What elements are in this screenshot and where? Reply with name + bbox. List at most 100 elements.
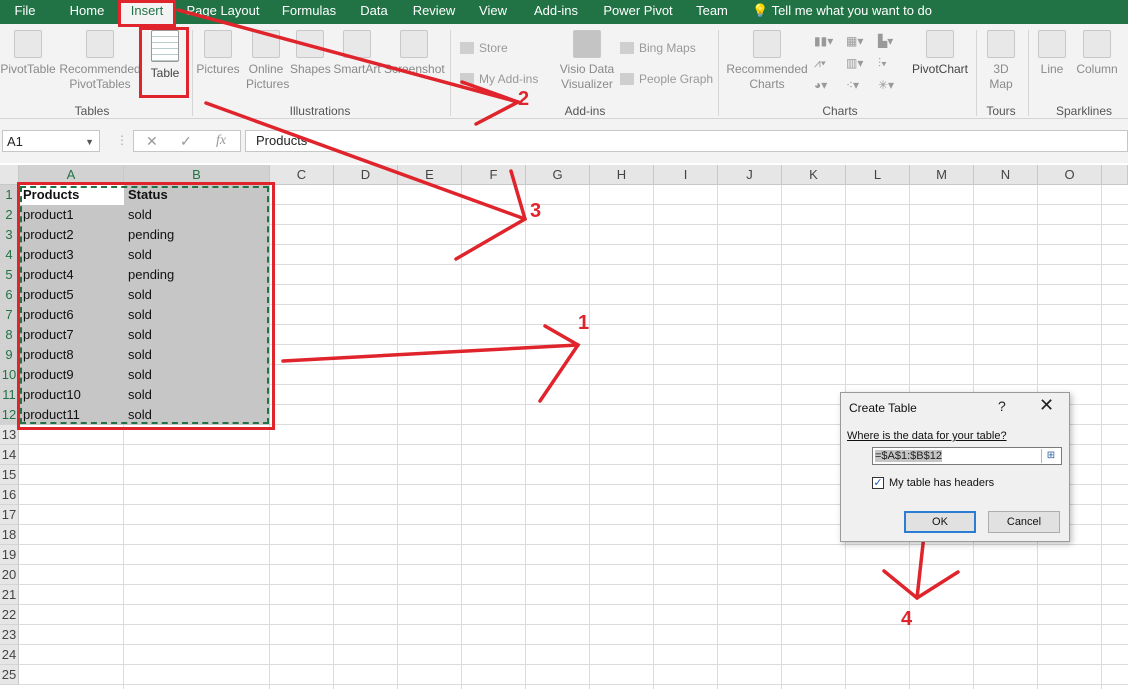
column-header-m[interactable]: M bbox=[910, 165, 974, 185]
shapes-button[interactable]: Shapes bbox=[290, 30, 331, 77]
insert-function-icon[interactable]: fx bbox=[216, 133, 226, 149]
visio-data-visualizer-button[interactable]: Visio Data Visualizer bbox=[558, 30, 616, 92]
recommended-charts-label-2: Charts bbox=[749, 77, 785, 91]
row-header-23[interactable]: 23 bbox=[0, 625, 19, 645]
column-header-h[interactable]: H bbox=[590, 165, 654, 185]
menu-add-ins[interactable]: Add-ins bbox=[528, 0, 584, 24]
group-illustrations-label: Illustrations bbox=[289, 104, 351, 118]
statistic-chart-icon[interactable]: ▥▾ bbox=[846, 56, 872, 70]
row-header-15[interactable]: 15 bbox=[0, 465, 19, 485]
group-tables-label: Tables bbox=[74, 104, 110, 118]
row-header-24[interactable]: 24 bbox=[0, 645, 19, 665]
headers-checkbox[interactable]: ✓ bbox=[872, 477, 884, 489]
recommended-charts-label-1: Recommended bbox=[726, 62, 808, 76]
3d-map-label-1: 3D bbox=[993, 62, 1009, 76]
annotation-number-2: 2 bbox=[518, 88, 530, 110]
menu-home[interactable]: Home bbox=[60, 0, 114, 24]
row-header-25[interactable]: 25 bbox=[0, 665, 19, 685]
row-header-19[interactable]: 19 bbox=[0, 545, 19, 565]
tell-me-label: Tell me what you want to do bbox=[771, 3, 932, 18]
recommended-pivottables-button[interactable]: Recommended PivotTables bbox=[58, 30, 142, 92]
menu-page-layout[interactable]: Page Layout bbox=[184, 0, 262, 24]
collapse-dialog-icon[interactable]: ⊞ bbox=[1041, 449, 1060, 463]
menu-power-pivot[interactable]: Power Pivot bbox=[600, 0, 676, 24]
recommended-charts-button[interactable]: Recommended Charts bbox=[724, 30, 810, 92]
menu-file[interactable]: File bbox=[4, 0, 46, 24]
row-header-14[interactable]: 14 bbox=[0, 445, 19, 465]
dialog-title: Create Table bbox=[849, 401, 917, 415]
store-icon bbox=[460, 42, 474, 54]
annotation-number-4: 4 bbox=[901, 608, 913, 630]
column-header-j[interactable]: J bbox=[718, 165, 782, 185]
waterfall-chart-icon[interactable]: ▙▾ bbox=[878, 34, 904, 48]
line-sparkline-button[interactable]: Line bbox=[1034, 30, 1070, 77]
people-graph-button[interactable]: People Graph bbox=[620, 72, 713, 86]
tell-me-box[interactable]: 💡 Tell me what you want to do bbox=[752, 0, 932, 24]
store-button[interactable]: Store bbox=[460, 41, 508, 55]
hierarchy-chart-icon[interactable]: ▦▾ bbox=[846, 34, 872, 48]
column-header-k[interactable]: K bbox=[782, 165, 846, 185]
menu-view[interactable]: View bbox=[474, 0, 512, 24]
name-box-value: A1 bbox=[7, 134, 23, 149]
my-addins-button[interactable]: My Add-ins bbox=[460, 72, 538, 86]
column-header-d[interactable]: D bbox=[334, 165, 398, 185]
range-input[interactable]: =$A$1:$B$12 ⊞ bbox=[872, 447, 1062, 465]
menu-review[interactable]: Review bbox=[410, 0, 458, 24]
headers-checkbox-label[interactable]: My table has headers bbox=[889, 477, 994, 489]
row-header-17[interactable]: 17 bbox=[0, 505, 19, 525]
scatter-chart-icon[interactable]: ⁖▾ bbox=[846, 78, 872, 92]
pictures-button[interactable]: Pictures bbox=[196, 30, 240, 77]
row-header-21[interactable]: 21 bbox=[0, 585, 19, 605]
menu-formulas[interactable]: Formulas bbox=[278, 0, 340, 24]
column-header-o[interactable]: O bbox=[1038, 165, 1102, 185]
group-addins-label: Add-ins bbox=[564, 104, 606, 118]
menu-team[interactable]: Team bbox=[692, 0, 732, 24]
column-header-e[interactable]: E bbox=[398, 165, 462, 185]
more-options-icon[interactable]: ⋮ bbox=[116, 133, 128, 147]
bing-maps-button[interactable]: Bing Maps bbox=[620, 41, 696, 55]
name-box[interactable]: A1 ▼ bbox=[2, 130, 100, 152]
formula-input[interactable]: Products bbox=[245, 130, 1128, 152]
line-chart-icon[interactable]: ⩘▾ bbox=[814, 56, 840, 70]
row-header-22[interactable]: 22 bbox=[0, 605, 19, 625]
gridline-col bbox=[525, 185, 526, 689]
pivottable-button[interactable]: PivotTable bbox=[0, 30, 56, 77]
online-pictures-button[interactable]: Online Pictures bbox=[246, 30, 289, 92]
column-header-c[interactable]: C bbox=[270, 165, 334, 185]
ok-button[interactable]: OK bbox=[904, 511, 976, 533]
ribbon-separator bbox=[450, 30, 451, 116]
menu-data[interactable]: Data bbox=[354, 0, 394, 24]
bing-maps-icon bbox=[620, 42, 634, 54]
row-header-20[interactable]: 20 bbox=[0, 565, 19, 585]
column-header-g[interactable]: G bbox=[526, 165, 590, 185]
radar-chart-icon[interactable]: ✳▾ bbox=[878, 78, 904, 92]
column-sparkline-button[interactable]: Column bbox=[1074, 30, 1120, 77]
column-header-f[interactable]: F bbox=[462, 165, 526, 185]
column-chart-icon[interactable]: ▮▮▾ bbox=[814, 34, 840, 48]
chevron-down-icon[interactable]: ▼ bbox=[85, 131, 94, 153]
lightbulb-icon: 💡 bbox=[752, 3, 769, 18]
help-icon[interactable]: ? bbox=[998, 398, 1006, 414]
smartart-button[interactable]: SmartArt bbox=[332, 30, 382, 77]
pie-chart-icon[interactable]: ◕▾ bbox=[814, 78, 840, 92]
screenshot-button[interactable]: Screenshot bbox=[384, 30, 445, 77]
pivotchart-button[interactable]: PivotChart bbox=[910, 30, 970, 77]
close-icon[interactable]: ✕ bbox=[1039, 395, 1054, 416]
cancel-button[interactable]: Cancel bbox=[988, 511, 1060, 533]
3d-map-button[interactable]: 3D Map bbox=[982, 30, 1020, 92]
recommended-pivottables-label-2: PivotTables bbox=[69, 77, 131, 91]
cancel-icon[interactable]: ✕ bbox=[146, 133, 158, 150]
people-graph-icon bbox=[620, 73, 634, 85]
column-header-i[interactable]: I bbox=[654, 165, 718, 185]
row-header-18[interactable]: 18 bbox=[0, 525, 19, 545]
enter-icon[interactable]: ✓ bbox=[180, 133, 192, 150]
pictures-icon bbox=[204, 30, 232, 58]
store-label: Store bbox=[479, 41, 508, 55]
smartart-label: SmartArt bbox=[333, 62, 381, 76]
column-header-l[interactable]: L bbox=[846, 165, 910, 185]
column-header-n[interactable]: N bbox=[974, 165, 1038, 185]
ribbon-separator bbox=[718, 30, 719, 116]
combo-chart-icon[interactable]: ⫶▾ bbox=[878, 56, 904, 70]
row-header-16[interactable]: 16 bbox=[0, 485, 19, 505]
pivottable-icon bbox=[14, 30, 42, 58]
